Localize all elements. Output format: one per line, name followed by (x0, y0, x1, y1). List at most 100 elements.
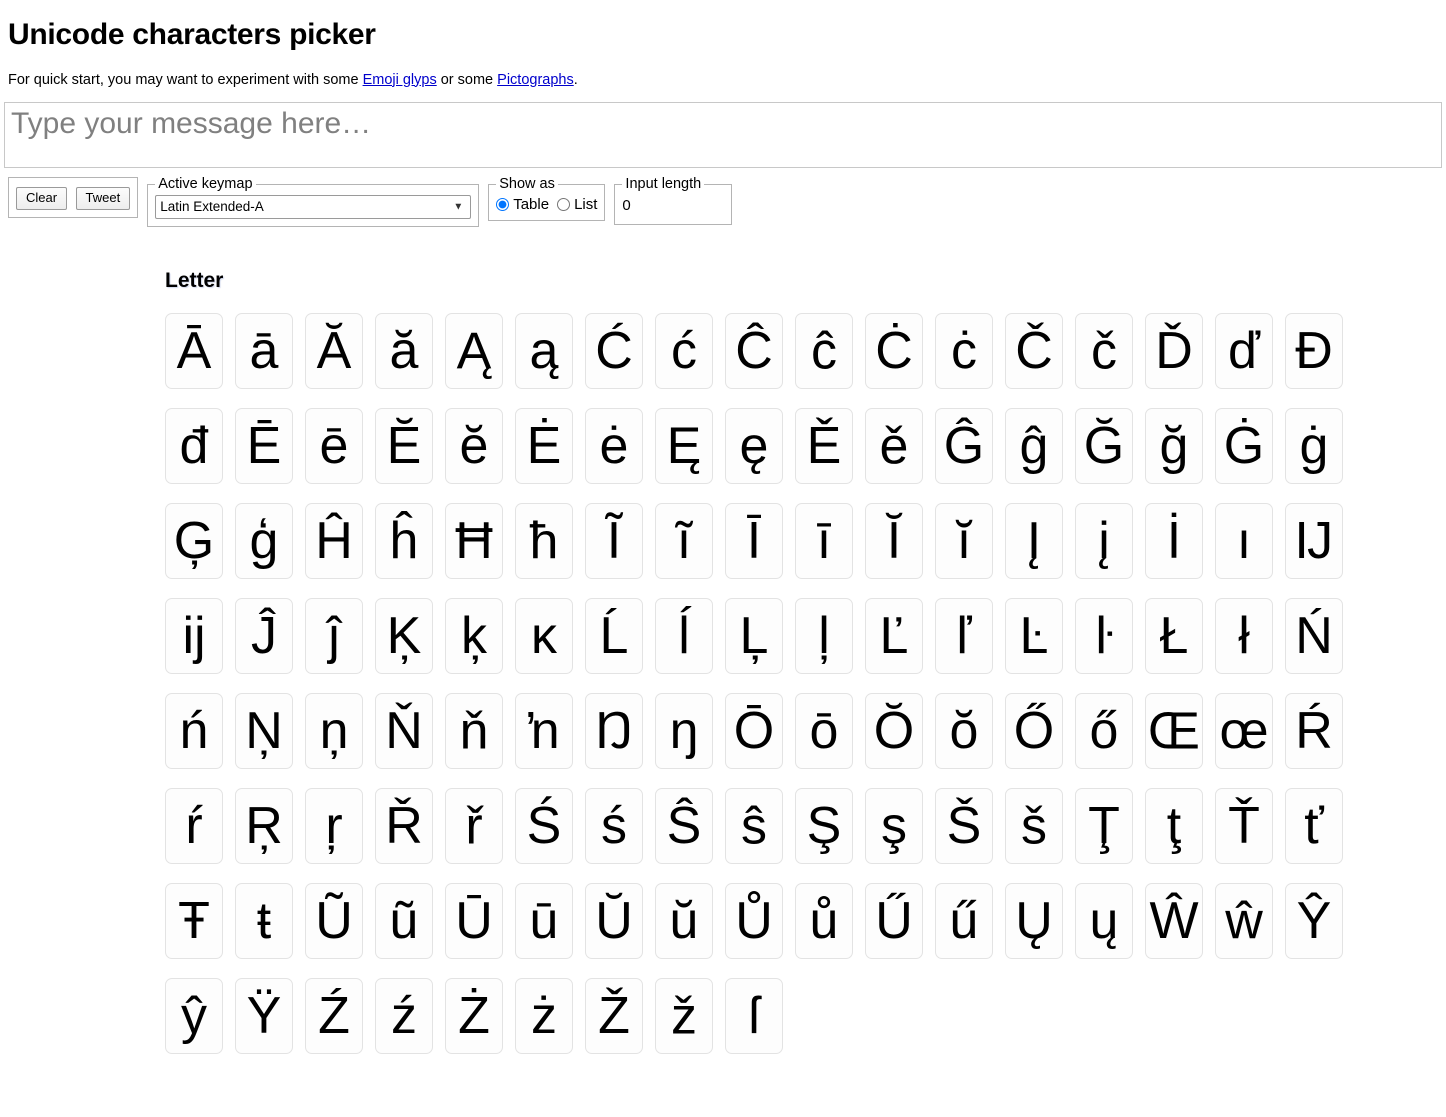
character-key[interactable]: Ļ (725, 597, 783, 674)
character-key[interactable]: ŵ (1215, 882, 1273, 959)
character-key[interactable]: Ŷ (1285, 882, 1343, 959)
character-key[interactable]: ŏ (935, 692, 993, 769)
character-key[interactable]: ķ (445, 597, 503, 674)
character-key[interactable]: ť (1285, 787, 1343, 864)
character-key[interactable]: Ŀ (1005, 597, 1063, 674)
character-key[interactable]: Ō (725, 692, 783, 769)
message-input[interactable] (4, 102, 1442, 169)
character-key[interactable]: ğ (1145, 407, 1203, 484)
character-key[interactable]: ć (655, 312, 713, 389)
character-key[interactable]: Ł (1145, 597, 1203, 674)
character-key[interactable]: ř (445, 787, 503, 864)
character-key[interactable]: ď (1215, 312, 1273, 389)
tweet-button[interactable]: Tweet (75, 187, 131, 210)
character-key[interactable]: ĩ (655, 502, 713, 579)
show-as-table-radio[interactable] (496, 197, 510, 211)
character-key[interactable]: ń (165, 692, 223, 769)
character-key[interactable]: Į (1005, 502, 1063, 579)
character-key[interactable]: Ĥ (305, 502, 363, 579)
character-key[interactable]: Ĩ (585, 502, 643, 579)
character-key[interactable]: Ň (375, 692, 433, 769)
character-key[interactable]: ă (375, 312, 433, 389)
character-key[interactable]: Ŗ (235, 787, 293, 864)
character-key[interactable]: Ż (445, 977, 503, 1054)
character-key[interactable]: Ě (795, 407, 853, 484)
character-key[interactable]: ſ (725, 977, 783, 1054)
character-key[interactable]: ę (725, 407, 783, 484)
character-key[interactable]: Ľ (865, 597, 923, 674)
character-key[interactable]: đ (165, 407, 223, 484)
character-key[interactable]: ż (515, 977, 573, 1054)
character-key[interactable]: Ġ (1215, 407, 1273, 484)
pictographs-link[interactable]: Pictographs (497, 72, 574, 88)
character-key[interactable]: ņ (305, 692, 363, 769)
character-key[interactable]: ų (1075, 882, 1133, 959)
character-key[interactable]: ĝ (1005, 407, 1063, 484)
character-key[interactable]: Ć (585, 312, 643, 389)
show-as-table-option[interactable]: Table (496, 196, 549, 213)
character-key[interactable]: ē (305, 407, 363, 484)
character-key[interactable]: Ĳ (1285, 502, 1343, 579)
character-key[interactable]: ė (585, 407, 643, 484)
character-key[interactable]: Ī (725, 502, 783, 579)
character-key[interactable]: Ţ (1075, 787, 1133, 864)
character-key[interactable]: Ű (865, 882, 923, 959)
character-key[interactable]: Ń (1285, 597, 1343, 674)
character-key[interactable]: Ĺ (585, 597, 643, 674)
character-key[interactable]: Ģ (165, 502, 223, 579)
keymap-select[interactable]: Latin Extended-A (155, 194, 472, 219)
character-key[interactable]: Č (1005, 312, 1063, 389)
character-key[interactable]: İ (1145, 502, 1203, 579)
character-key[interactable]: Ğ (1075, 407, 1133, 484)
character-key[interactable]: ł (1215, 597, 1273, 674)
character-key[interactable]: ě (865, 407, 923, 484)
character-key[interactable]: Đ (1285, 312, 1343, 389)
character-key[interactable]: ŷ (165, 977, 223, 1054)
character-key[interactable]: Ņ (235, 692, 293, 769)
character-key[interactable]: ĵ (305, 597, 363, 674)
emoji-glyps-link[interactable]: Emoji glyps (363, 72, 437, 88)
character-key[interactable]: Ŕ (1285, 692, 1343, 769)
character-key[interactable]: Ā (165, 312, 223, 389)
character-key[interactable]: Ĉ (725, 312, 783, 389)
character-key[interactable]: œ (1215, 692, 1273, 769)
character-key[interactable]: ŭ (655, 882, 713, 959)
character-key[interactable]: Ă (305, 312, 363, 389)
character-key[interactable]: Ť (1215, 787, 1273, 864)
character-key[interactable]: ĕ (445, 407, 503, 484)
character-key[interactable]: Ē (235, 407, 293, 484)
character-key[interactable]: š (1005, 787, 1063, 864)
character-key[interactable]: Ĕ (375, 407, 433, 484)
character-key[interactable]: ŗ (305, 787, 363, 864)
clear-button[interactable]: Clear (16, 187, 68, 210)
character-key[interactable]: Ũ (305, 882, 363, 959)
show-as-list-radio[interactable] (557, 197, 571, 211)
character-key[interactable]: ŕ (165, 787, 223, 864)
character-key[interactable]: Ū (445, 882, 503, 959)
character-key[interactable]: ą (515, 312, 573, 389)
character-key[interactable]: ū (515, 882, 573, 959)
character-key[interactable]: Ś (515, 787, 573, 864)
character-key[interactable]: Ą (445, 312, 503, 389)
character-key[interactable]: Ė (515, 407, 573, 484)
character-key[interactable]: ũ (375, 882, 433, 959)
character-key[interactable]: Ů (725, 882, 783, 959)
character-key[interactable]: ō (795, 692, 853, 769)
character-key[interactable]: ĺ (655, 597, 713, 674)
character-key[interactable]: ŧ (235, 882, 293, 959)
character-key[interactable]: Ĭ (865, 502, 923, 579)
character-key[interactable]: ı (1215, 502, 1273, 579)
character-key[interactable]: Ĵ (235, 597, 293, 674)
character-key[interactable]: Š (935, 787, 993, 864)
character-key[interactable]: Ŋ (585, 692, 643, 769)
character-key[interactable]: Ŭ (585, 882, 643, 959)
character-key[interactable]: Ĝ (935, 407, 993, 484)
character-key[interactable]: Ş (795, 787, 853, 864)
character-key[interactable]: Ę (655, 407, 713, 484)
character-key[interactable]: Ď (1145, 312, 1203, 389)
character-key[interactable]: Ċ (865, 312, 923, 389)
character-key[interactable]: ī (795, 502, 853, 579)
character-key[interactable]: ĥ (375, 502, 433, 579)
character-key[interactable]: ŉ (515, 692, 573, 769)
character-key[interactable]: ś (585, 787, 643, 864)
